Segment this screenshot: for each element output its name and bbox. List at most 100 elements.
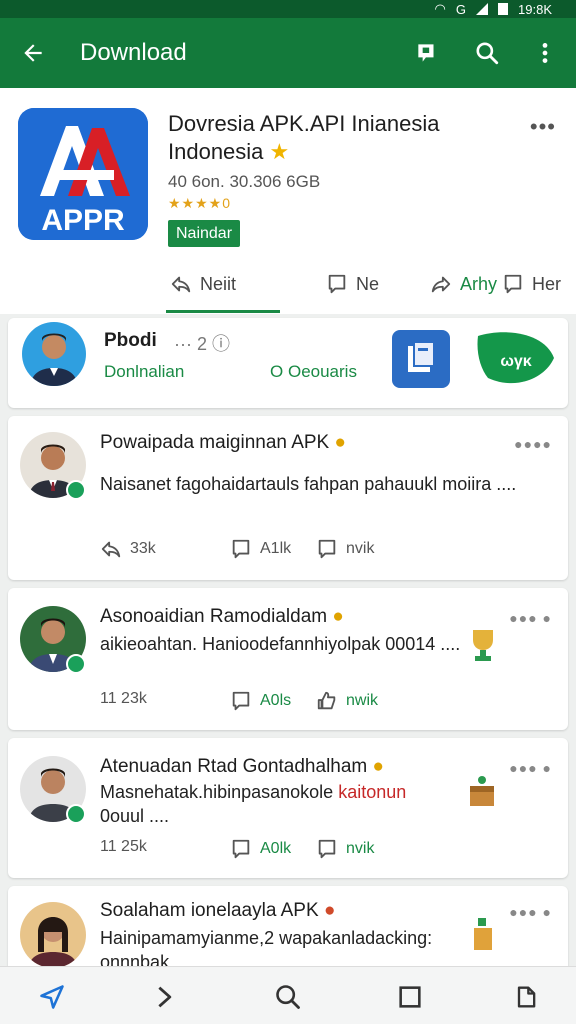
like-icon: [318, 839, 336, 859]
app-header-card: APPR Dovresia APK.API Inianesia Indonesi…: [0, 88, 576, 314]
status-bar: ◠ G 19:8K: [0, 0, 576, 18]
verified-icon: [66, 654, 86, 674]
square-icon[interactable]: [396, 983, 424, 1011]
author-count: 2: [196, 334, 207, 354]
back-arrow-icon[interactable]: [20, 40, 46, 66]
cast-icon[interactable]: [414, 40, 440, 66]
tab-label: Ne: [356, 273, 380, 294]
tab-ne[interactable]: Ne: [326, 264, 379, 304]
bottle-icon: [474, 918, 492, 950]
tab-bar: Neiit Ne Arhy Her: [0, 264, 576, 314]
author-count-row: ··· 2 ⓘ: [174, 334, 231, 354]
author-name: Pbodi: [104, 330, 157, 351]
like-count: nwik: [346, 692, 379, 709]
author-card[interactable]: Pbodi ··· 2 ⓘ Donlnalian O Oeouaris ωγκ: [8, 318, 568, 408]
share-icon: [171, 276, 191, 293]
share-action[interactable]: 11 23k: [100, 690, 147, 708]
comment-count: A0ls: [260, 692, 292, 709]
signal-icon: [476, 3, 489, 15]
share-count: 33k: [130, 540, 156, 557]
more-options-icon[interactable]: •••: [530, 114, 556, 140]
network-type-label: G: [455, 1, 467, 17]
avatar[interactable]: [20, 902, 86, 968]
tab-label: Neiit: [200, 273, 237, 294]
verified-icon: [66, 480, 86, 500]
share-action[interactable]: 33k: [100, 538, 156, 560]
wifi-icon: ◠: [434, 1, 446, 16]
tab-her[interactable]: Her: [502, 264, 561, 304]
post-title: Powaipada maiginnan APK ●: [100, 432, 346, 453]
app-name: Dovresia APK.API Inianesia Indonesia ★: [168, 111, 440, 164]
brand-label: ωγκ: [500, 353, 531, 370]
verified-icon: [66, 804, 86, 824]
brand-leaf-icon[interactable]: ωγκ: [474, 328, 556, 390]
clock-text: 19:8K: [518, 1, 552, 17]
search-icon[interactable]: [274, 983, 302, 1011]
like-icon: [317, 691, 336, 710]
comment-count: A1lk: [260, 540, 292, 557]
share-count: 11 25k: [100, 838, 147, 855]
comment-action[interactable]: A0lk: [230, 838, 291, 860]
battery-icon: [498, 3, 509, 15]
post-title: Soalaham ionelaayla APK ●: [100, 900, 336, 921]
like-count: nvik: [346, 540, 375, 557]
post-menu-icon[interactable]: ●●● ●: [509, 610, 552, 626]
navigation-icon[interactable]: [38, 983, 66, 1011]
comment-icon: [232, 691, 250, 711]
like-action[interactable]: nvik: [316, 838, 374, 860]
rating-text: 0: [222, 195, 231, 211]
post-card[interactable]: Soalaham ionelaayla APK ● ●●● ● Hainipam…: [8, 886, 568, 976]
comment-action[interactable]: A0ls: [230, 690, 291, 712]
page-title: Download: [80, 39, 187, 66]
share-action[interactable]: 11 25k: [100, 838, 147, 856]
search-icon[interactable]: [474, 40, 500, 66]
post-card[interactable]: Powaipada maiginnan APK ● ●●●● Naisanet …: [8, 416, 568, 580]
post-card[interactable]: Asonoaidian Ramodialdam ● ●●● ● aikieoah…: [8, 588, 568, 730]
like-icon: [318, 539, 336, 559]
author-secondary: O Oeouaris: [270, 362, 357, 381]
overflow-menu-icon[interactable]: [532, 40, 558, 66]
circle-icon: O: [270, 362, 284, 381]
tab-neiit[interactable]: Neiit: [170, 264, 236, 304]
tab-arhy[interactable]: Arhy: [430, 264, 497, 304]
post-menu-icon[interactable]: ●●●●: [514, 436, 552, 452]
post-body: Masnehatak.hibinpasanokole kaitonun 0ouu…: [100, 782, 407, 826]
post-link[interactable]: kaitonun: [338, 782, 406, 802]
app-logo[interactable]: APPR: [18, 108, 148, 240]
info-icon: ⓘ: [212, 334, 231, 354]
document-icon[interactable]: [512, 983, 540, 1011]
post-card[interactable]: Atenuadan Rtad Gontadhalham ● ●●● ● Masn…: [8, 738, 568, 878]
like-action[interactable]: nwik: [316, 690, 378, 712]
trophy-icon: [473, 630, 493, 661]
forward-icon: [431, 276, 451, 293]
bottom-navigation: [0, 966, 576, 1024]
post-body: aikieoahtan. Hanioodefannhiyolpak 00014 …: [100, 634, 461, 654]
document-app-icon[interactable]: [392, 330, 450, 388]
comment-count: A0lk: [260, 840, 292, 857]
post-menu-icon[interactable]: ●●● ●: [509, 904, 552, 920]
svg-text:APPR: APPR: [41, 204, 125, 237]
comment-icon: [232, 539, 250, 559]
tab-label: Arhy: [460, 273, 498, 294]
app-meta: 40 6on. 30.306 6GB: [168, 172, 321, 191]
author-subtitle: Donlnalian: [104, 362, 185, 381]
avatar[interactable]: [22, 322, 86, 386]
tab-label: Her: [532, 273, 562, 294]
chest-icon: [470, 776, 494, 806]
share-icon: [101, 541, 121, 558]
post-title: Atenuadan Rtad Gontadhalham ●: [100, 756, 385, 777]
active-tab-indicator: [166, 310, 280, 313]
post-menu-icon[interactable]: ●●● ●: [509, 760, 552, 776]
comment-icon: [232, 839, 250, 859]
post-body: Naisanet fagohaidartauls fahpan pahauukl…: [100, 474, 517, 494]
like-action[interactable]: nvik: [316, 538, 374, 560]
rating-stars: ★★★★0: [168, 195, 231, 211]
category-badge[interactable]: Naindar: [168, 220, 241, 247]
share-count: 11 23k: [100, 690, 147, 707]
comment-icon: [328, 274, 346, 294]
comment-action[interactable]: A1lk: [230, 538, 291, 560]
play-icon[interactable]: [150, 983, 178, 1011]
like-count: nvik: [346, 840, 375, 857]
app-bar: Download: [0, 18, 576, 88]
post-title: Asonoaidian Ramodialdam ●: [100, 606, 344, 627]
